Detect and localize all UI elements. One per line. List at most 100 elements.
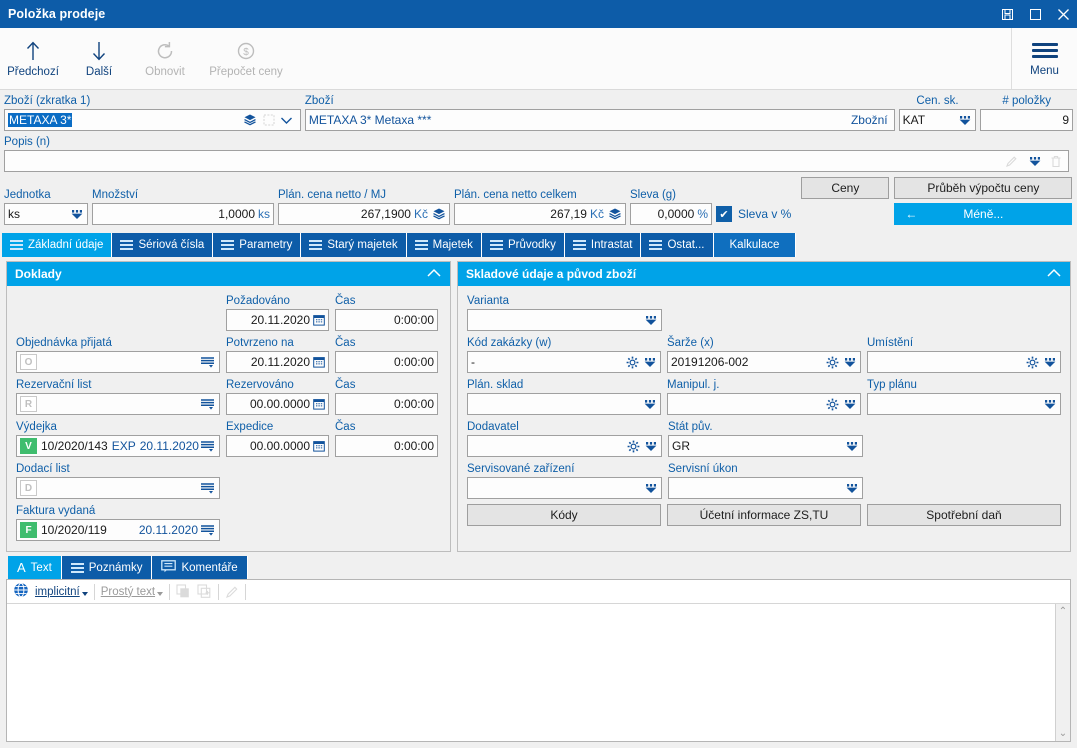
scroll-down-icon[interactable]: ⌄ <box>1059 728 1067 739</box>
confirmed-on-input[interactable]: 20.11.2020 <box>226 351 329 373</box>
dropdown-multi-icon[interactable] <box>845 483 859 494</box>
discount-input[interactable]: 0,0000 % <box>630 203 712 225</box>
maximize-icon[interactable] <box>1021 0 1049 28</box>
quantity-input[interactable]: 1,0000 ks <box>92 203 274 225</box>
price-group-input[interactable]: KAT <box>898 109 977 131</box>
tab-zakladni-udaje[interactable]: Základní údaje <box>2 233 113 257</box>
trash-icon[interactable] <box>1050 155 1062 168</box>
layers-icon[interactable] <box>432 207 446 221</box>
serviced-device-input[interactable] <box>467 477 662 499</box>
dropdown-multi-icon[interactable] <box>1028 156 1042 167</box>
close-icon[interactable] <box>1049 0 1077 28</box>
tab-ostatni[interactable]: Ostat... <box>641 233 714 257</box>
discount-pct-checkbox[interactable]: ✔ <box>716 206 732 222</box>
tab-parametry[interactable]: Parametry <box>213 233 302 257</box>
dropdown-multi-icon[interactable] <box>958 115 972 126</box>
delivery-note-out-input[interactable]: V 10/2020/143 EXP 20.11.2020 <box>16 435 220 457</box>
order-code-input[interactable]: - <box>467 351 661 373</box>
next-button[interactable]: Další <box>66 28 132 89</box>
list-picker-icon[interactable] <box>200 523 216 537</box>
price-calc-button[interactable]: Průběh výpočtu ceny <box>894 177 1073 199</box>
calendar-icon[interactable] <box>313 356 325 368</box>
layers-icon[interactable] <box>608 207 622 221</box>
handling-unit-input[interactable] <box>667 393 861 415</box>
plan-type-input[interactable] <box>867 393 1061 415</box>
layers-icon[interactable] <box>243 113 257 127</box>
list-picker-icon[interactable] <box>200 481 216 495</box>
collapse-chevron-up-icon[interactable] <box>1046 267 1062 281</box>
expedition-time-input[interactable]: 0:00:00 <box>335 435 438 457</box>
tab-intrastat[interactable]: Intrastat <box>564 233 642 257</box>
requested-time-input[interactable]: 0:00:00 <box>335 309 438 331</box>
tab-pruvodky[interactable]: Průvodky <box>481 233 565 257</box>
batch-input[interactable]: 20191206-002 <box>667 351 861 373</box>
calendar-icon[interactable] <box>313 440 325 452</box>
dropdown-multi-icon[interactable] <box>70 209 84 220</box>
pencil-icon[interactable] <box>225 585 239 599</box>
accounting-info-button[interactable]: Účetní informace ZS,TU <box>667 504 861 526</box>
recalculate-price-button[interactable]: $ Přepočet ceny <box>198 28 294 89</box>
scroll-up-icon[interactable]: ⌃ <box>1059 606 1067 617</box>
menu-button[interactable]: Menu <box>1011 28 1077 89</box>
list-picker-icon[interactable] <box>200 397 216 411</box>
dropdown-multi-icon[interactable] <box>1043 357 1057 368</box>
plan-warehouse-input[interactable] <box>467 393 661 415</box>
goods-code-input[interactable]: METAXA 3* <box>4 109 301 131</box>
tab-majetek[interactable]: Majetek <box>406 233 482 257</box>
format-dropdown[interactable]: Prostý text <box>101 586 164 598</box>
item-number-input[interactable]: 9 <box>980 109 1073 131</box>
list-picker-icon[interactable] <box>200 355 216 369</box>
gear-icon[interactable] <box>626 356 639 369</box>
goods-name-input[interactable]: METAXA 3* Metaxa *** Zbožní <box>304 109 895 131</box>
excise-tax-button[interactable]: Spotřební daň <box>867 504 1061 526</box>
editor-scrollbar[interactable]: ⌃ ⌄ <box>1055 604 1070 741</box>
paste-add-icon[interactable] <box>197 584 212 599</box>
total-price-input[interactable]: 267,19 Kč <box>454 203 626 225</box>
reserved-date-input[interactable]: 00.00.0000 <box>226 393 329 415</box>
notes-tab-komentare[interactable]: Komentáře <box>152 556 248 579</box>
unit-input[interactable]: ks <box>4 203 88 225</box>
editor-text-area[interactable] <box>7 604 1055 741</box>
order-received-input[interactable]: O <box>16 351 220 373</box>
unit-price-input[interactable]: 267,1900 Kč <box>278 203 450 225</box>
calendar-icon[interactable] <box>313 314 325 326</box>
dropdown-multi-icon[interactable] <box>643 399 657 410</box>
gear-icon[interactable] <box>627 440 640 453</box>
dropdown-multi-icon[interactable] <box>843 357 857 368</box>
dropdown-multi-icon[interactable] <box>644 315 658 326</box>
dropdown-multi-icon[interactable] <box>644 441 658 452</box>
copy-icon[interactable] <box>176 584 191 599</box>
dropdown-multi-icon[interactable] <box>843 399 857 410</box>
language-dropdown[interactable]: implicitní <box>35 586 88 598</box>
reservation-sheet-input[interactable]: R <box>16 393 220 415</box>
dropdown-multi-icon[interactable] <box>1043 399 1057 410</box>
delivery-note-input[interactable]: D <box>16 477 220 499</box>
tab-stary-majetek[interactable]: Starý majetek <box>301 233 407 257</box>
country-origin-input[interactable]: GR <box>668 435 863 457</box>
select-box-icon[interactable] <box>263 114 275 126</box>
refresh-button[interactable]: Obnovit <box>132 28 198 89</box>
chevron-down-icon[interactable] <box>280 116 293 125</box>
tab-kalkulace[interactable]: Kalkulace <box>713 233 797 257</box>
requested-date-input[interactable]: 20.11.2020 <box>226 309 329 331</box>
tab-seriova-cisla[interactable]: Sériová čísla <box>112 233 214 257</box>
supplier-input[interactable] <box>467 435 662 457</box>
expedition-date-input[interactable]: 00.00.0000 <box>226 435 329 457</box>
invoice-issued-input[interactable]: F 10/2020/119 20.11.2020 <box>16 519 220 541</box>
gear-icon[interactable] <box>826 398 839 411</box>
globe-icon[interactable] <box>13 582 29 601</box>
notes-tab-poznamky[interactable]: Poznámky <box>61 556 153 579</box>
gear-icon[interactable] <box>1026 356 1039 369</box>
pencil-icon[interactable] <box>1005 155 1018 168</box>
service-action-input[interactable] <box>668 477 863 499</box>
less-button[interactable]: ← Méně... <box>894 203 1073 225</box>
previous-button[interactable]: Předchozí <box>0 28 66 89</box>
dropdown-multi-icon[interactable] <box>845 441 859 452</box>
gear-icon[interactable] <box>826 356 839 369</box>
codes-button[interactable]: Kódy <box>467 504 661 526</box>
variant-input[interactable] <box>467 309 662 331</box>
notes-tab-text[interactable]: A Text <box>8 556 62 579</box>
dropdown-multi-icon[interactable] <box>644 483 658 494</box>
description-input[interactable] <box>4 150 1069 172</box>
restore-down-icon[interactable] <box>993 0 1021 28</box>
